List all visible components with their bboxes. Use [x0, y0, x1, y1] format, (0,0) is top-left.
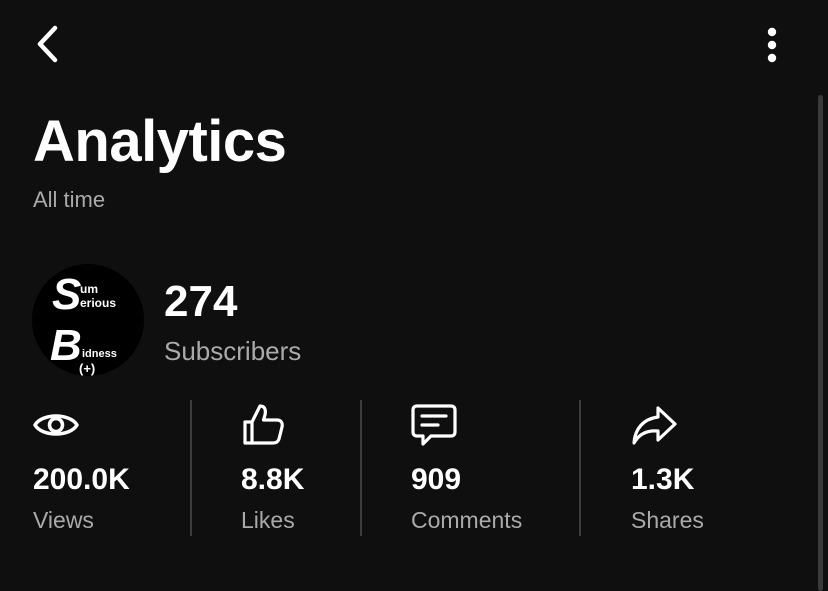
comment-icon	[411, 404, 457, 446]
divider	[579, 400, 581, 536]
logo-text-um: um	[80, 282, 98, 296]
views-label: Views	[33, 507, 94, 533]
back-button[interactable]	[28, 22, 68, 66]
comments-label: Comments	[411, 507, 523, 533]
subscriber-count: 274	[164, 277, 238, 326]
logo-letter-s: S	[52, 270, 81, 319]
chevron-left-icon	[37, 25, 58, 63]
top-bar	[0, 0, 828, 90]
stats-row: 200.0K Views 8.8K Likes 909 Comments 1.3…	[0, 400, 828, 536]
channel-logo: S um erious B idness (+)	[50, 270, 117, 376]
eye-icon	[33, 414, 79, 436]
likes-label: Likes	[241, 507, 295, 533]
logo-text-erious: erious	[80, 296, 116, 310]
shares-label: Shares	[631, 507, 704, 533]
time-period-label: All time	[33, 187, 106, 212]
divider	[360, 400, 362, 536]
more-options-button[interactable]	[752, 22, 792, 66]
logo-letter-b: B	[50, 321, 82, 370]
likes-value: 8.8K	[241, 463, 305, 496]
logo-text-idness: idness	[82, 348, 117, 360]
channel-avatar[interactable]: S um erious B idness (+)	[32, 264, 144, 376]
views-value: 200.0K	[33, 463, 130, 496]
more-vertical-icon	[767, 27, 777, 63]
page-title: Analytics	[33, 109, 287, 174]
logo-text-plus: (+)	[79, 361, 95, 376]
share-icon	[632, 406, 677, 445]
thumbs-up-icon	[243, 404, 284, 445]
comments-value: 909	[411, 463, 462, 496]
subscriber-label: Subscribers	[164, 336, 302, 366]
shares-value: 1.3K	[631, 463, 695, 496]
divider	[190, 400, 192, 536]
